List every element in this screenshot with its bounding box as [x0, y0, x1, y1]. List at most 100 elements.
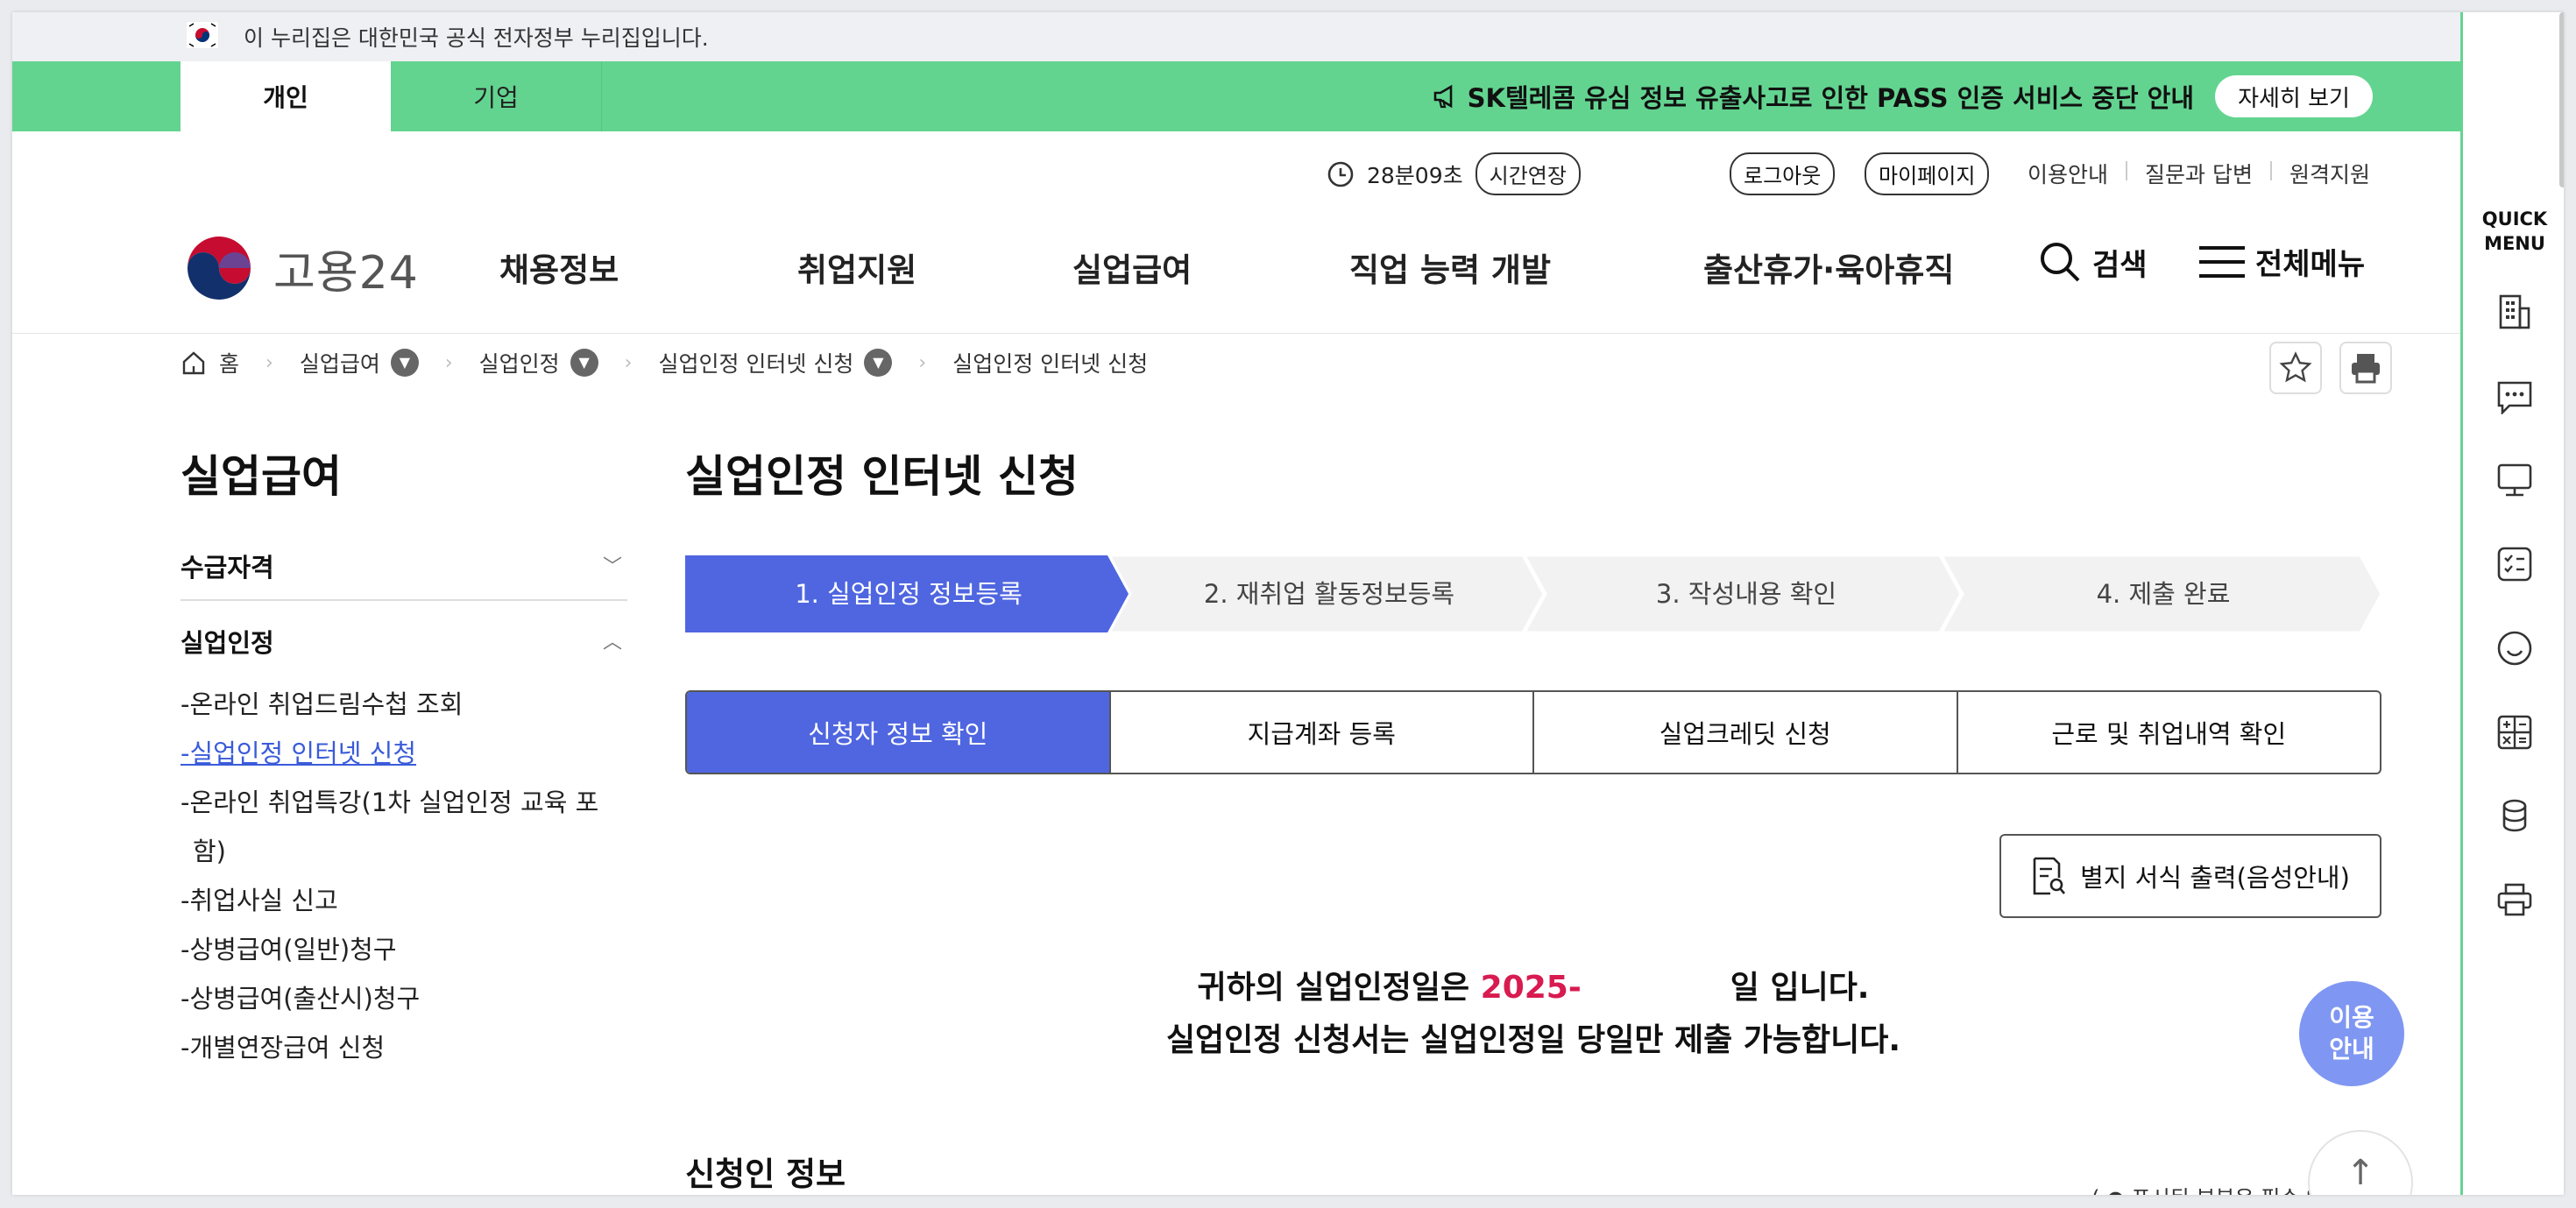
- link-usage-guide[interactable]: 이용안내: [2028, 158, 2108, 189]
- logout-button[interactable]: 로그아웃: [1730, 152, 1836, 195]
- sidebar-section-eligibility[interactable]: 수급자격 ﹀: [180, 536, 627, 601]
- chevron-right-icon: ›: [444, 351, 453, 374]
- recognition-date: 2025-: [1480, 970, 1582, 1006]
- message-text: 실업인정 신청서는 실업인정일 당일만 제출 가능합니다.: [1165, 1022, 1901, 1058]
- quick-menu-title: QUICK MENU: [2463, 207, 2564, 256]
- progress-steps: 1. 실업인정 정보등록 2. 재취업 활동정보등록 3. 작성내용 확인 4.…: [685, 555, 2381, 632]
- subtab-unemployment-credit[interactable]: 실업크레딧 신청: [1532, 692, 1957, 773]
- announcement-text: SK텔레콤 유심 정보 유출사고로 인한 PASS 인증 서비스 중단 안내: [1467, 83, 2194, 113]
- search-label: 검색: [2092, 247, 2148, 283]
- session-time: 28분09초: [1367, 162, 1463, 188]
- megaphone-icon: [1433, 84, 1452, 109]
- applicant-info-heading: 신청인 정보: [685, 1155, 846, 1193]
- sidebar-item[interactable]: -취업사실 신고: [180, 876, 627, 925]
- breadcrumb-current: 실업인정 인터넷 신청: [952, 351, 1149, 377]
- hamburger-icon: [2199, 245, 2245, 278]
- breadcrumb-item[interactable]: 실업급여: [300, 347, 380, 378]
- search-button[interactable]: 검색: [2038, 240, 2148, 284]
- link-qna[interactable]: 질문과 답변: [2145, 158, 2253, 189]
- print-form-button[interactable]: 별지 서식 출력(음성안내): [1999, 834, 2381, 918]
- sidebar-item-label: 온라인 취업드림수첩 조회: [189, 689, 464, 719]
- top-green-bar: 개인 기업 SK텔레콤 유심 정보 유출사고로 인한 PASS 인증 서비스 중…: [12, 61, 2460, 131]
- all-menu-button[interactable]: 전체메뉴: [2199, 240, 2365, 283]
- message-text: 귀하의 실업인정일은: [1197, 970, 1481, 1006]
- sidebar-item[interactable]: -상병급여(출산시)청구: [180, 974, 627, 1023]
- browser-page: 이 누리집은 대한민국 공식 전자정부 누리집입니다. 개인 기업 SK텔레콤 …: [12, 12, 2564, 1195]
- chevron-right-icon: ›: [624, 351, 633, 374]
- sidebar-item[interactable]: -온라인 취업드림수첩 조회: [180, 680, 627, 729]
- subtab-applicant-info[interactable]: 신청자 정보 확인: [687, 692, 1109, 773]
- all-menu-label: 전체메뉴: [2255, 247, 2366, 282]
- printer-icon: [2352, 354, 2380, 384]
- tab-business[interactable]: 기업: [391, 61, 602, 131]
- search-icon: [2041, 243, 2080, 282]
- dropdown-toggle-icon[interactable]: ▼: [570, 349, 598, 377]
- print-page-button[interactable]: [2339, 342, 2392, 394]
- sidebar-item-label: 개별연장급여 신청: [189, 1033, 386, 1063]
- scrollbar-thumb[interactable]: [2559, 12, 2564, 187]
- announcement[interactable]: SK텔레콤 유심 정보 유출사고로 인한 PASS 인증 서비스 중단 안내: [1433, 61, 2194, 131]
- sidebar-item-label: 상병급여(출산시)청구: [189, 984, 421, 1014]
- breadcrumb-item[interactable]: 실업인정 인터넷 신청: [658, 347, 853, 378]
- quick-menu-title-line: QUICK: [2481, 208, 2548, 230]
- page-actions: [2252, 342, 2392, 394]
- clock-icon: [1327, 161, 1354, 187]
- view-details-button[interactable]: 자세히 보기: [2215, 75, 2373, 117]
- building-icon[interactable]: [2494, 291, 2536, 333]
- gnb-item-parental-leave[interactable]: 출산휴가·육아휴직: [1703, 244, 1954, 291]
- sidebar-title: 실업급여: [180, 451, 342, 502]
- sidebar-item[interactable]: -상병급여(일반)청구: [180, 925, 627, 974]
- breadcrumb-home[interactable]: 홈: [219, 347, 239, 378]
- link-remote-support[interactable]: 원격지원: [2289, 158, 2370, 189]
- quick-menu-title-line: MENU: [2484, 233, 2545, 254]
- star-icon: [2279, 351, 2312, 383]
- subtab-work-history[interactable]: 근로 및 취업내역 확인: [1956, 692, 2381, 773]
- sidebar-item-label: 취업사실 신고: [189, 886, 338, 915]
- main-content: 실업인정 인터넷 신청 1. 실업인정 정보등록 2. 재취업 활동정보등록 3…: [685, 442, 2390, 1195]
- monitor-icon[interactable]: [2494, 459, 2536, 501]
- coins-icon[interactable]: [2494, 795, 2536, 837]
- chevron-down-icon: ﹀: [602, 556, 622, 578]
- sidebar-item-label: 온라인 취업특강(1차 실업인정 교육 포함): [189, 788, 599, 866]
- sidebar-section-label: 수급자격: [180, 553, 274, 583]
- dropdown-toggle-icon[interactable]: ▼: [390, 349, 419, 377]
- logo-text: 고용24: [273, 246, 419, 300]
- gov-notice-text: 이 누리집은 대한민국 공식 전자정부 누리집입니다.: [244, 25, 709, 51]
- gnb-item-vocational-training[interactable]: 직업 능력 개발: [1349, 244, 1551, 291]
- extend-time-button[interactable]: 시간연장: [1475, 152, 1581, 195]
- calculator-icon[interactable]: [2494, 711, 2536, 753]
- checklist-icon[interactable]: [2494, 543, 2536, 585]
- step-1-label: 1. 실업인정 정보등록: [795, 579, 1023, 609]
- gnb-item-recruitment[interactable]: 채용정보: [499, 244, 619, 291]
- recognition-date-message: 귀하의 실업인정일은 2025- 일 입니다. 실업인정 신청서는 실업인정일 당…: [685, 962, 2381, 1067]
- tab-person[interactable]: 개인: [180, 61, 391, 131]
- sub-tabs: 신청자 정보 확인 지급계좌 등록 실업크레딧 신청 근로 및 취업내역 확인: [685, 690, 2381, 774]
- help-label: 이용: [2329, 1003, 2374, 1032]
- breadcrumb-item[interactable]: 실업인정: [479, 347, 560, 378]
- smile-icon[interactable]: [2494, 627, 2536, 669]
- usage-guide-float-button[interactable]: 이용안내: [2299, 981, 2404, 1086]
- mypage-button[interactable]: 마이페이지: [1865, 152, 1990, 195]
- chat-icon[interactable]: [2494, 375, 2536, 417]
- sidebar-item-active[interactable]: -실업인정 인터넷 신청: [180, 729, 627, 778]
- sidebar-item[interactable]: -개별연장급여 신청: [180, 1023, 627, 1072]
- sidebar-item[interactable]: -온라인 취업특강(1차 실업인정 교육 포함): [180, 778, 627, 876]
- bookmark-button[interactable]: [2269, 342, 2322, 394]
- help-label: 안내: [2329, 1035, 2374, 1063]
- gnb-item-unemployment-benefit[interactable]: 실업급여: [1072, 244, 1192, 291]
- sidebar-section-unemployment-recognition[interactable]: 실업인정 ︿: [180, 611, 627, 675]
- message-text: 일 입니다.: [1730, 970, 1870, 1006]
- subtab-bank-account[interactable]: 지급계좌 등록: [1108, 692, 1533, 773]
- sidebar-section-label: 실업인정: [180, 628, 274, 658]
- site-logo[interactable]: 고용24: [180, 230, 419, 307]
- utility-links: 이용안내 질문과 답변 원격지원: [2028, 158, 2370, 189]
- sidebar: 실업급여 수급자격 ﹀ 실업인정 ︿ -온라인 취업드림수첩 조회 -실업인정 …: [180, 442, 627, 1072]
- goyong24-logo-icon: [182, 231, 256, 305]
- scroll-to-top-button[interactable]: ↑: [2308, 1130, 2413, 1195]
- page-title: 실업인정 인터넷 신청: [685, 451, 1079, 502]
- dropdown-toggle-icon[interactable]: ▼: [864, 349, 893, 377]
- chevron-right-icon: ›: [265, 351, 273, 374]
- printer-icon[interactable]: [2494, 880, 2536, 922]
- arrow-up-icon: ↑: [2346, 1153, 2375, 1193]
- gnb-item-employment-support[interactable]: 취업지원: [797, 244, 916, 291]
